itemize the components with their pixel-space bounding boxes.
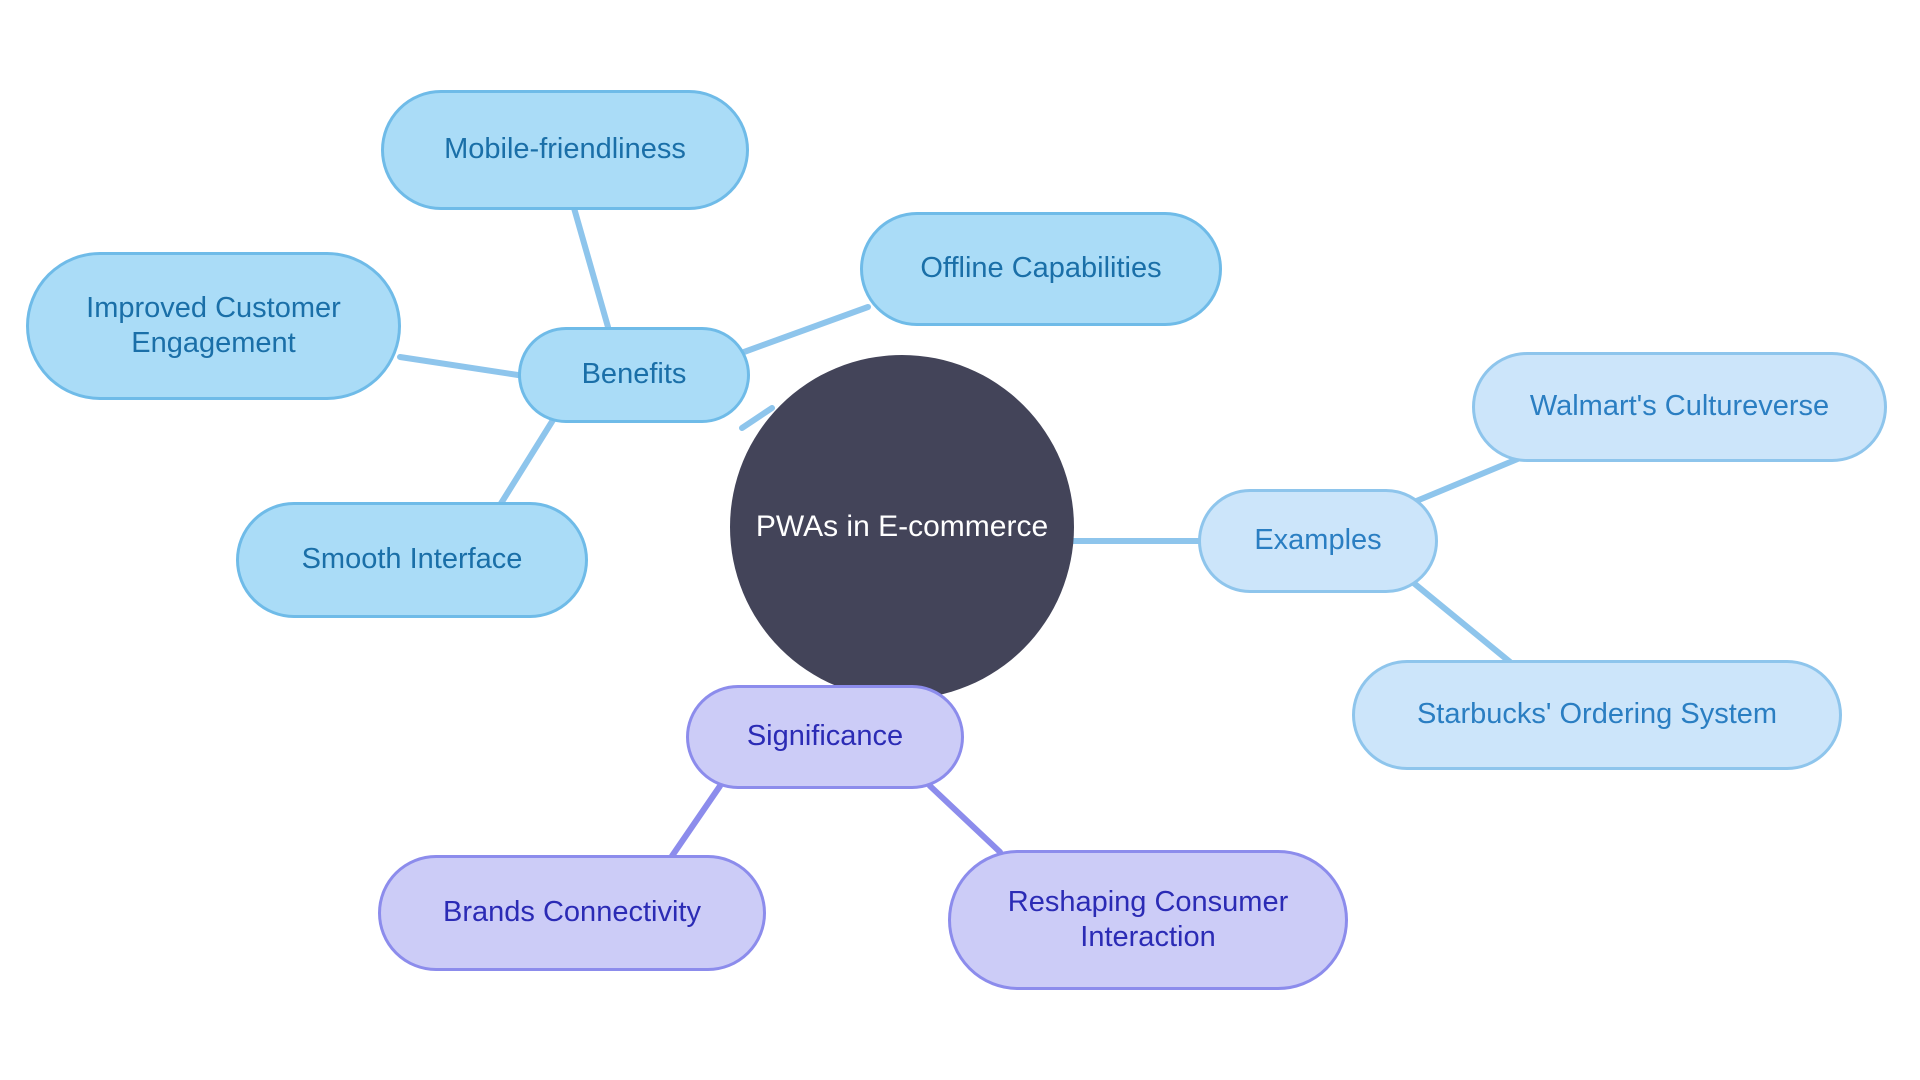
edge-benefits-improved (397, 354, 521, 378)
node-examples[interactable]: Examples (1198, 489, 1438, 593)
node-walmarts-cultureverse-label: Walmart's Cultureverse (1529, 390, 1830, 423)
edge-examples-walmart (1411, 455, 1523, 505)
node-benefits-label: Benefits (581, 358, 687, 391)
node-offline-capabilities[interactable]: Offline Capabilities (860, 212, 1222, 326)
node-starbucks-ordering-system-label: Starbucks' Ordering System (1416, 698, 1778, 731)
mindmap-canvas: PWAs in E-commerce Benefits Mobile-frien… (0, 0, 1920, 1080)
node-root-label: PWAs in E-commerce (755, 509, 1049, 543)
node-benefits[interactable]: Benefits (518, 327, 750, 423)
node-significance-label: Significance (746, 720, 904, 753)
edge-benefits-mobile (571, 205, 611, 330)
edge-significance-brands (669, 783, 723, 859)
node-brands-connectivity-label: Brands Connectivity (443, 896, 701, 929)
node-mobile-friendliness[interactable]: Mobile-friendliness (381, 90, 749, 210)
node-mobile-friendliness-label: Mobile-friendliness (444, 133, 686, 166)
node-reshaping-consumer-interaction[interactable]: Reshaping Consumer Interaction (948, 850, 1348, 990)
node-examples-label: Examples (1254, 524, 1382, 557)
node-brands-connectivity[interactable]: Brands Connectivity (378, 855, 766, 971)
node-improved-customer-engagement[interactable]: Improved Customer Engagement (26, 252, 401, 400)
edge-examples-starbucks (1407, 577, 1513, 665)
node-improved-customer-engagement-label: Improved Customer Engagement (86, 291, 341, 359)
edge-benefits-offline (741, 304, 871, 355)
node-smooth-interface-label: Smooth Interface (301, 543, 523, 576)
node-walmarts-cultureverse[interactable]: Walmart's Cultureverse (1472, 352, 1887, 462)
node-starbucks-ordering-system[interactable]: Starbucks' Ordering System (1352, 660, 1842, 770)
node-smooth-interface[interactable]: Smooth Interface (236, 502, 588, 618)
node-significance[interactable]: Significance (686, 685, 964, 789)
node-offline-capabilities-label: Offline Capabilities (920, 252, 1162, 285)
node-root[interactable]: PWAs in E-commerce (730, 355, 1074, 699)
node-reshaping-consumer-interaction-label: Reshaping Consumer Interaction (1007, 885, 1289, 953)
edge-benefits-smooth (497, 417, 556, 508)
edge-significance-reshaping (927, 783, 1003, 855)
